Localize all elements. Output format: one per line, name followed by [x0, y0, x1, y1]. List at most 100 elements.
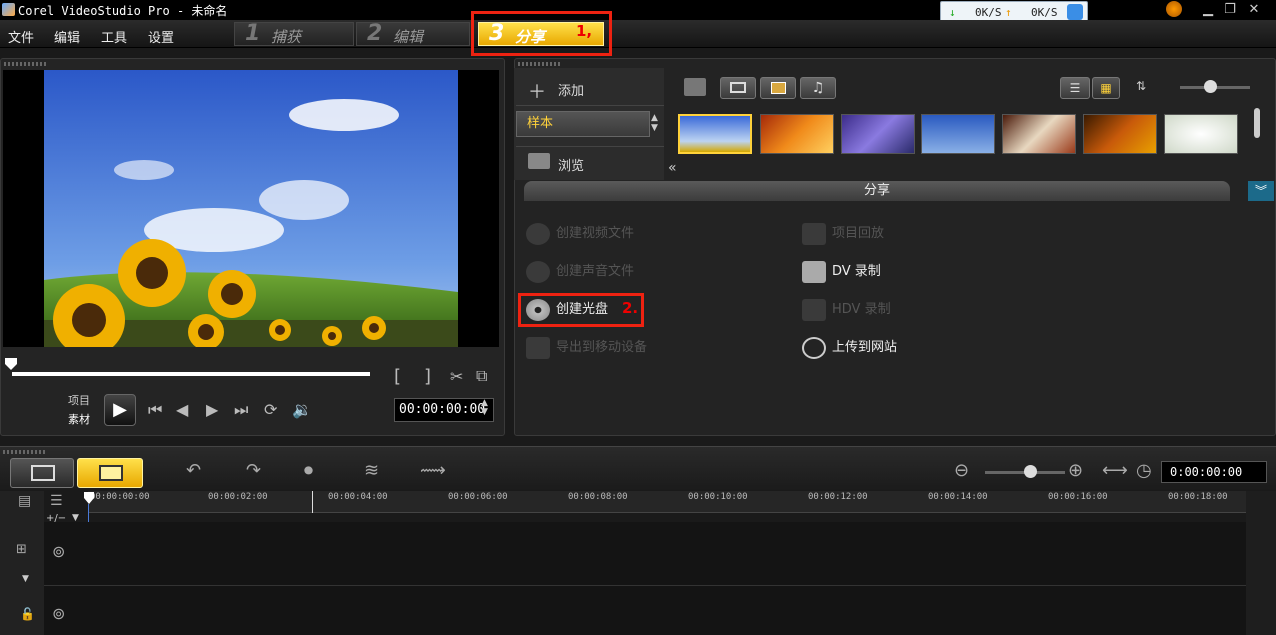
lock-icon[interactable]: 🔓 [20, 607, 35, 621]
scrubber-handle[interactable] [5, 358, 17, 370]
track-ripple-icon[interactable]: ⊞ [16, 542, 27, 557]
scissors-icon[interactable]: ✂ [450, 367, 463, 386]
annotation-step2: 2. [622, 299, 639, 317]
repeat-icon[interactable]: ⟳ [264, 400, 277, 419]
library-scrollbar[interactable] [1254, 108, 1260, 138]
library-thumb[interactable] [1002, 114, 1076, 154]
project-playback-option[interactable]: 项目回放 [802, 222, 884, 245]
ruler-tick: 00:00:04:00 [328, 492, 388, 502]
menu-edit[interactable]: 编辑 [54, 27, 80, 46]
upload-website-option[interactable]: 上传到网站 [802, 336, 897, 359]
panel-grip[interactable] [4, 62, 48, 66]
scrub-bar[interactable] [12, 372, 370, 376]
thumbnail-view-icon[interactable]: ▦ [1092, 77, 1120, 99]
select-stepper-icon[interactable]: ▲ ▼ [651, 113, 658, 133]
menu-file[interactable]: 文件 [8, 27, 34, 46]
zoom-slider-knob[interactable] [1024, 465, 1037, 478]
go-to-end-icon[interactable]: ⏭ [234, 400, 248, 420]
video-filter-button[interactable] [720, 77, 756, 99]
hdv-record-option[interactable]: HDV 录制 [802, 298, 891, 321]
sort-icon[interactable]: ⇅ [1136, 79, 1156, 99]
video-track[interactable] [44, 522, 1246, 586]
step-capture-tab[interactable]: 1 捕获 [234, 21, 354, 46]
preview-frame-sunflowers [44, 70, 458, 347]
library-category-select[interactable]: 样本 [516, 111, 650, 137]
fit-project-icon[interactable]: ⟷ [1102, 460, 1128, 481]
step-edit-tab[interactable]: 2 编辑 [356, 21, 470, 46]
download-arrow-icon: ↓ [949, 6, 956, 19]
close-icon[interactable]: ✕ [1246, 2, 1262, 18]
export-mobile-option[interactable]: 导出到移动设备 [526, 336, 647, 359]
folder-icon[interactable] [684, 78, 706, 96]
volume-icon[interactable]: 🔉 [292, 400, 312, 419]
dv-record-option[interactable]: DV 录制 [802, 260, 881, 283]
overlay-track[interactable] [44, 587, 1246, 635]
next-frame-icon[interactable]: ▶ [206, 400, 218, 419]
app-menu-icon[interactable] [1166, 1, 1182, 17]
list-view-icon[interactable]: ☰ [1060, 77, 1090, 99]
audio-mixer-icon[interactable]: ≋ [364, 460, 379, 481]
create-audio-file-option[interactable]: 创建声音文件 [526, 260, 634, 283]
browse-button[interactable]: 浏览 [516, 146, 664, 180]
undo-icon[interactable]: ↶ [186, 460, 201, 481]
ruler-tick: 00:00:18:00 [1168, 492, 1228, 502]
go-to-start-icon[interactable]: ⏮ [148, 400, 162, 420]
auto-music-icon[interactable]: ⟿ [420, 460, 446, 481]
timeline-timecode[interactable]: 0:00:00:00 [1161, 461, 1267, 483]
collapse-left-icon[interactable]: « [668, 160, 677, 176]
option-label: 创建视频文件 [556, 226, 635, 241]
step-label: 编辑 [393, 28, 424, 46]
overlay-track-icon: ⊚ [52, 604, 66, 623]
photo-icon [771, 82, 786, 94]
zoom-out-icon[interactable]: ⊖ [954, 460, 969, 481]
ruler-tick: 00:00:14:00 [928, 492, 988, 502]
photo-filter-button[interactable] [760, 77, 796, 99]
previous-frame-icon[interactable]: ◀ [176, 400, 188, 419]
redo-icon[interactable]: ↷ [246, 460, 261, 481]
globe-icon [802, 336, 826, 359]
library-thumb[interactable] [841, 114, 915, 154]
menu-tools[interactable]: 工具 [101, 27, 127, 46]
browse-icon [528, 153, 550, 169]
library-thumb[interactable] [1083, 114, 1157, 154]
ruler-marker [312, 491, 313, 513]
preview-timecode[interactable]: 00:00:00:00 [394, 398, 494, 422]
library-thumb[interactable] [678, 114, 752, 154]
timeline-scrollbar[interactable] [1246, 491, 1276, 635]
play-button[interactable]: ▶ [104, 394, 136, 426]
window-title: Corel VideoStudio Pro - 未命名 [18, 4, 228, 18]
dv-camera-icon [802, 260, 826, 283]
restore-icon[interactable]: ❐ [1222, 2, 1238, 18]
storyboard-view-button[interactable] [10, 458, 74, 488]
timeline-view-button[interactable] [77, 458, 143, 488]
audio-filter-button[interactable]: ♫ [800, 77, 836, 99]
minimize-icon[interactable]: ▁ [1200, 2, 1216, 18]
track-manager-icon[interactable]: ▤ [18, 493, 31, 509]
slider-knob[interactable] [1204, 80, 1217, 93]
add-folder-button[interactable]: ＋ 添加 [516, 72, 664, 106]
clip-mode-label[interactable]: 素材 [68, 411, 90, 427]
record-capture-icon[interactable]: ⏺ [304, 460, 313, 481]
film-icon [730, 82, 746, 93]
library-thumb[interactable] [921, 114, 995, 154]
clock-icon[interactable]: ◷ [1136, 460, 1152, 481]
timecode-stepper-icon[interactable]: ▲ ▼ [481, 399, 488, 417]
chapter-list-icon[interactable]: ☰ [50, 493, 63, 509]
expand-down-icon[interactable]: ︾ [1248, 181, 1274, 201]
library-thumb[interactable] [760, 114, 834, 154]
mark-out-button[interactable]: ] [424, 366, 431, 387]
playhead[interactable] [84, 492, 94, 507]
track-expand-icon[interactable]: ▼ [22, 574, 29, 584]
enlarge-preview-icon[interactable]: ⧉ [476, 366, 487, 386]
mobile-device-icon [526, 336, 550, 359]
panel-grip[interactable] [518, 62, 562, 66]
mark-in-button[interactable]: [ [394, 366, 401, 387]
menu-settings[interactable]: 设置 [148, 27, 174, 46]
create-video-file-option[interactable]: 创建视频文件 [526, 222, 634, 245]
browser-icon[interactable] [1067, 4, 1083, 20]
panel-grip[interactable] [3, 450, 47, 454]
project-mode-label[interactable]: 项目 [68, 392, 90, 408]
library-thumb[interactable] [1164, 114, 1238, 154]
zoom-in-icon[interactable]: ⊕ [1068, 460, 1083, 481]
step-number: 2 [367, 21, 383, 46]
